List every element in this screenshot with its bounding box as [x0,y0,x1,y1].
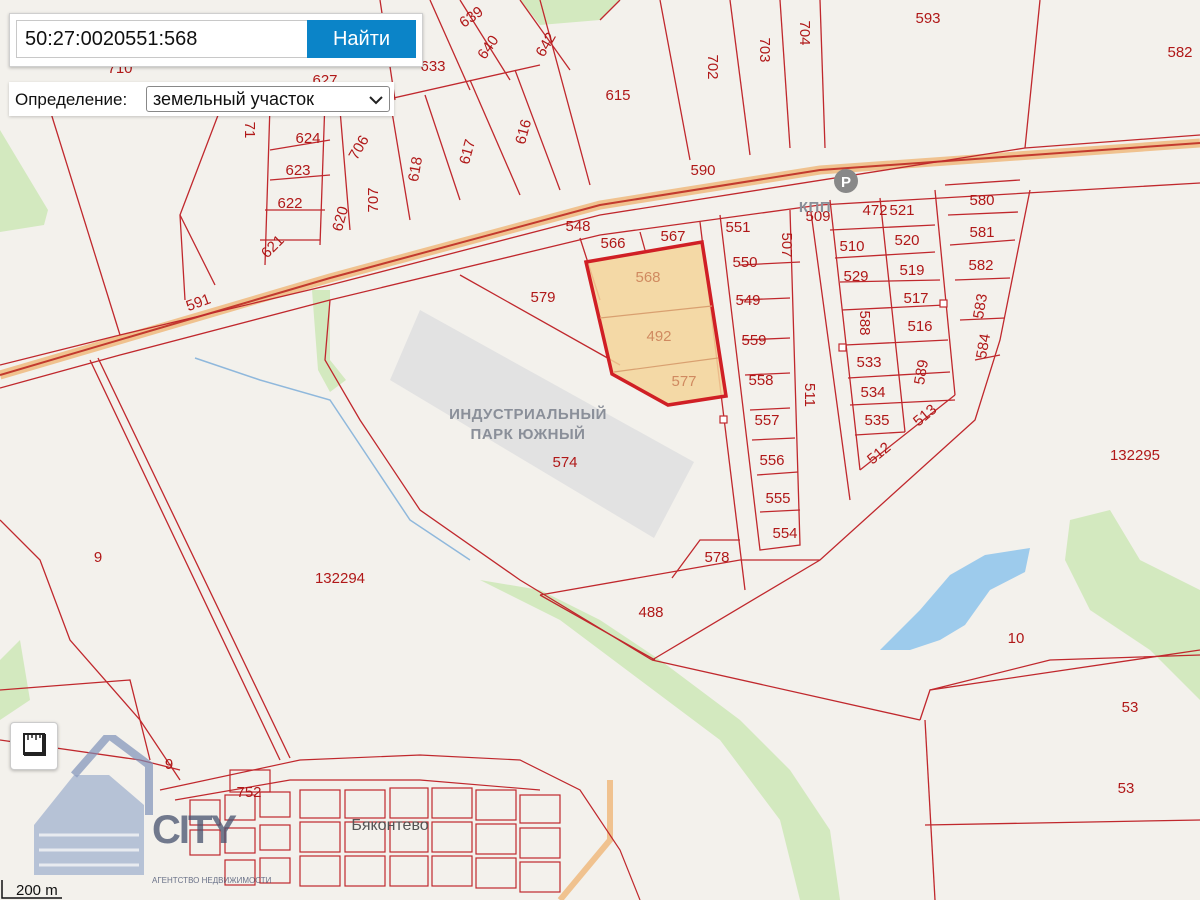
search-button[interactable]: Найти [307,20,416,58]
svg-text:P: P [841,174,851,191]
watermark-tagline: АГЕНТСТВО НЕДВИЖИМОСТИ [152,876,272,885]
parcel-label-582: 582 [1167,44,1192,61]
selected-parcel-label-492: 492 [646,328,671,345]
scale-bar: 200 m [0,878,64,900]
parcel-label-53b: 53 [1118,780,1135,797]
parcel-label-567: 567 [660,228,685,245]
parcel-label-574: 574 [552,454,577,471]
parcel-label-519: 519 [899,262,924,279]
scale-label: 200 m [16,882,58,899]
parcel-label-548: 548 [565,218,590,235]
parcel-label-549: 549 [735,292,760,309]
parcel-label-516: 516 [907,318,932,335]
parcel-label-622: 622 [277,195,302,212]
parcel-label-623: 623 [285,162,310,179]
parcel-label-559: 559 [741,332,766,349]
parcel-label-554: 554 [772,525,797,542]
parcel-label-588: 588 [856,310,873,335]
watermark-brand: CITY [152,808,237,852]
parcel-label-551: 551 [725,219,750,236]
parcel-label-556: 556 [759,452,784,469]
parcel-label-510: 510 [839,238,864,255]
parcel-label-582b: 582 [968,257,993,274]
industrial-park-label-line1: ИНДУСТРИАЛЬНЫЙ [449,405,607,423]
parcel-label-581: 581 [969,224,994,241]
definition-select[interactable]: земельный участок [146,86,390,112]
search-panel: Найти [9,13,423,67]
parcel-label-132294: 132294 [315,570,365,587]
parcel-label-703: 703 [756,37,773,62]
parcel-label-521: 521 [889,202,914,219]
chevron-down-icon [369,89,383,110]
parcel-label-517: 517 [903,290,928,307]
selected-parcel-label-568: 568 [635,269,660,286]
parcel-label-555: 555 [765,490,790,507]
parcel-label-535: 535 [864,412,889,429]
parcel-label-593: 593 [915,10,940,27]
definition-panel: Определение: земельный участок [9,82,394,116]
parcel-label-511: 511 [801,383,818,407]
parcel-label-488: 488 [638,604,663,621]
parcel-label-566: 566 [600,235,625,252]
definition-selected-value: земельный участок [153,88,314,109]
parcel-label-580: 580 [969,192,994,209]
parcel-label-615: 615 [605,87,630,104]
parcel-label-557: 557 [754,412,779,429]
cadastral-number-input[interactable] [16,20,314,58]
parcel-label-704: 704 [796,20,813,45]
parcel-label-702: 702 [704,54,721,79]
parcel-label-132295: 132295 [1110,447,1160,464]
parking-icon[interactable]: P [834,169,858,193]
parcel-label-520: 520 [894,232,919,249]
parcel-label-10: 10 [1008,630,1025,647]
parcel-label-578: 578 [704,549,729,566]
parcel-label-507: 507 [778,232,795,257]
parcel-label-624: 624 [295,130,320,147]
parcel-label-752: 752 [236,784,261,801]
parcel-label-53: 53 [1122,699,1139,716]
parcel-label-472: 472 [862,202,887,219]
parcel-label-590: 590 [690,162,715,179]
parcel-label-534: 534 [860,384,885,401]
parcel-label-579: 579 [530,289,555,306]
parcel-label-71: 71 [241,122,258,139]
parcel-label-707: 707 [365,187,382,212]
checkpoint-label: КПП [799,199,831,216]
selected-parcel-label-577: 577 [671,373,696,390]
parcel-label-558: 558 [748,372,773,389]
parcel-label-9: 9 [94,549,102,566]
definition-label: Определение: [15,90,128,109]
industrial-park-label-line2: ПАРК ЮЖНЫЙ [471,425,586,443]
parcel-label-550: 550 [732,254,757,271]
parcel-label-633: 633 [420,58,445,75]
parcel-label-533: 533 [856,354,881,371]
parcel-label-529: 529 [843,268,868,285]
village-label: Бяконтево [351,817,428,834]
